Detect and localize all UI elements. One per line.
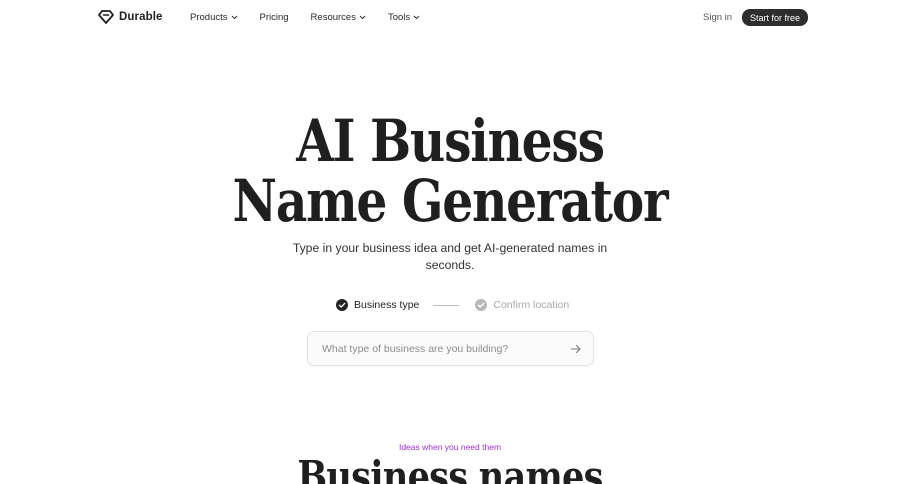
section-title: Business names (297, 452, 603, 484)
step-label-confirm-location: Confirm location (493, 299, 570, 311)
hero-subtitle: Type in your business idea and get AI-ge… (292, 241, 608, 272)
chevron-down-icon (413, 15, 420, 20)
step-progress: Business type Confirm location (336, 298, 569, 312)
nav-item-resources[interactable]: Resources (311, 12, 366, 23)
main-nav: Products Pricing Resources Tools (190, 12, 420, 23)
hero-title-line1: AI Business (296, 107, 605, 175)
section-eyebrow: Ideas when you need them (398, 442, 502, 452)
sign-in-link[interactable]: Sign in (703, 12, 732, 23)
nav-item-label: Pricing (259, 12, 289, 23)
hero-title-line2: Name Generator (232, 167, 669, 235)
nav-item-products[interactable]: Products (190, 12, 238, 23)
nav-item-label: Products (190, 12, 228, 23)
brand-name: Durable (119, 11, 163, 23)
nav-item-label: Tools (387, 12, 411, 23)
check-circle-icon (336, 299, 348, 311)
business-type-input[interactable] (322, 332, 562, 365)
start-for-free-button[interactable]: Start for free (742, 9, 808, 26)
brand-logo[interactable]: Durable (98, 10, 163, 24)
top-navbar: Durable Products Pricing Resources Tools… (0, 0, 900, 36)
check-circle-icon (475, 299, 488, 311)
nav-item-pricing[interactable]: Pricing (260, 12, 289, 23)
durable-logo-icon (98, 10, 114, 24)
step-divider (433, 304, 460, 306)
nav-item-label: Resources (310, 12, 356, 23)
chevron-down-icon (231, 15, 237, 20)
arrow-right-icon[interactable] (570, 343, 582, 355)
nav-item-tools[interactable]: Tools (388, 12, 420, 23)
chevron-down-icon (359, 15, 366, 20)
step-label-business-type: Business type (354, 299, 420, 311)
business-type-search (307, 331, 594, 366)
